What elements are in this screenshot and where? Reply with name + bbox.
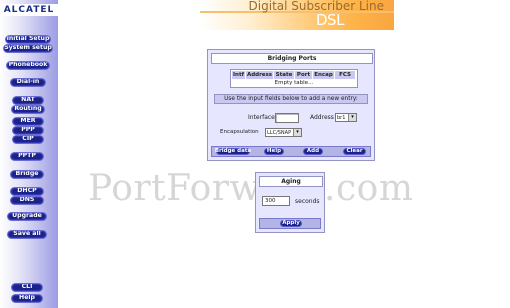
dropdown-arrow-icon: ▾ [293,129,301,136]
help-button[interactable]: Help [264,148,284,155]
ageing-input[interactable]: 300 [262,196,290,206]
nav-pptp[interactable]: PPTP [10,152,44,161]
logo-text: ALCATEL [3,4,55,15]
ageing-panel: Aging 300 seconds Apply [255,172,325,233]
nav-dial-in[interactable]: Dial-in [10,78,46,87]
apply-button[interactable]: Apply [280,220,302,227]
column-header-encap: Encap [313,71,334,79]
interface-input[interactable] [275,113,299,123]
add-entry-instruction: Use the input fields below to add a new … [214,94,368,104]
bridging-ports-panel: Bridging Ports Intf Address State Port E… [207,49,375,161]
column-header-intf: Intf [232,71,245,79]
nav-system-setup[interactable]: System setup [3,44,53,53]
nav-cip[interactable]: CIP [12,135,44,144]
alcatel-logo: ALCATEL [0,4,58,16]
nav-bridge[interactable]: Bridge [10,170,44,179]
nav-help[interactable]: Help [11,294,43,303]
panel-title: Bridging Ports [211,53,373,64]
column-header-port: Port [295,71,312,79]
address-label: Address [310,114,334,121]
nav-dns[interactable]: DNS [10,196,44,205]
add-button[interactable]: Add [303,148,323,155]
ageing-unit-label: seconds [295,198,320,205]
encapsulation-label: Encapsulation [220,129,259,135]
dropdown-arrow-icon: ▾ [348,114,356,121]
bridging-ports-table: Intf Address State Port Encap FCS Empty … [230,69,358,88]
header-banner: Digital Subscriber Line DSL [200,0,394,30]
address-select-value: br1 [337,114,346,121]
left-navigation: ALCATEL Initial Setup System setup Phone… [0,0,58,308]
nav-mer[interactable]: MER [12,117,44,126]
nav-cli[interactable]: CLI [11,283,43,292]
bridge-data-button[interactable]: Bridge data [215,148,251,155]
column-header-fcs: FCS [335,71,355,79]
banner-subtitle: DSL [316,11,344,29]
nav-upgrade[interactable]: Upgrade [7,212,47,221]
nav-routing[interactable]: Routing [11,105,45,114]
clear-button[interactable]: Clear [343,148,366,155]
encapsulation-select-value: LLC/SNAP [267,129,292,136]
ageing-title: Aging [259,176,323,187]
column-header-state: State [274,71,294,79]
apply-button-bar: Apply [259,218,321,229]
encapsulation-select[interactable]: LLC/SNAP ▾ [265,128,302,137]
watermark-text: PortForward.com [88,168,414,209]
interface-label: Interface [248,114,275,121]
address-select[interactable]: br1 ▾ [335,113,357,122]
nav-save-all[interactable]: Save all [7,230,47,239]
nav-initial-setup[interactable]: Initial Setup [5,35,51,44]
nav-ppp[interactable]: PPP [12,126,44,135]
nav-nat[interactable]: NAT [12,96,44,105]
nav-dhcp[interactable]: DHCP [10,187,44,196]
column-header-address: Address [246,71,273,79]
bridging-button-bar: Bridge data Help Add Clear [211,146,371,157]
empty-table-message: Empty table... [274,80,314,86]
nav-phonebook[interactable]: Phonebook [6,61,50,70]
